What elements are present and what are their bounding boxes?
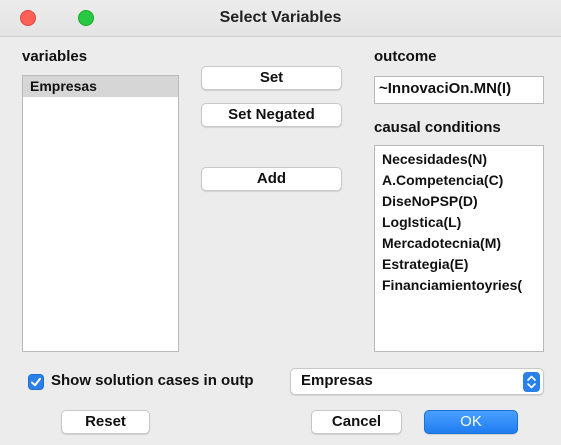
set-button[interactable]: Set [201, 66, 342, 90]
causal-conditions-list[interactable]: Necesidades(N) A.Competencia(C) DiseNoPS… [374, 145, 544, 352]
condition-item[interactable]: Estrategia(E) [375, 254, 543, 275]
set-negated-button[interactable]: Set Negated [201, 103, 342, 127]
outcome-label: outcome [374, 48, 437, 65]
title-bar: Select Variables [0, 0, 561, 37]
condition-item[interactable]: LogIstica(L) [375, 212, 543, 233]
variables-list[interactable]: Empresas [22, 75, 179, 352]
checkmark-icon [31, 377, 41, 387]
condition-item[interactable]: Necesidades(N) [375, 149, 543, 170]
condition-item[interactable]: Mercadotecnia(M) [375, 233, 543, 254]
show-cases-checkbox[interactable] [28, 374, 44, 390]
variables-label: variables [22, 48, 88, 65]
condition-item[interactable]: DiseNoPSP(D) [375, 191, 543, 212]
up-down-arrows-icon [523, 372, 540, 392]
causal-conditions-label: causal conditions [374, 119, 501, 136]
condition-item[interactable]: A.Competencia(C) [375, 170, 543, 191]
reset-button[interactable]: Reset [61, 410, 150, 434]
ok-button[interactable]: OK [424, 410, 518, 434]
cancel-button[interactable]: Cancel [311, 410, 402, 434]
outcome-field[interactable]: ~InnovaciOn.MN(I) [374, 76, 544, 104]
show-cases-label: Show solution cases in outp [51, 372, 254, 389]
window-title: Select Variables [219, 9, 342, 26]
cases-select[interactable]: Empresas [290, 368, 544, 395]
variables-list-item-empresas[interactable]: Empresas [23, 76, 178, 97]
cases-select-value: Empresas [301, 372, 373, 389]
condition-item[interactable]: Financiamientoyries( [375, 275, 543, 296]
add-button[interactable]: Add [201, 167, 342, 191]
